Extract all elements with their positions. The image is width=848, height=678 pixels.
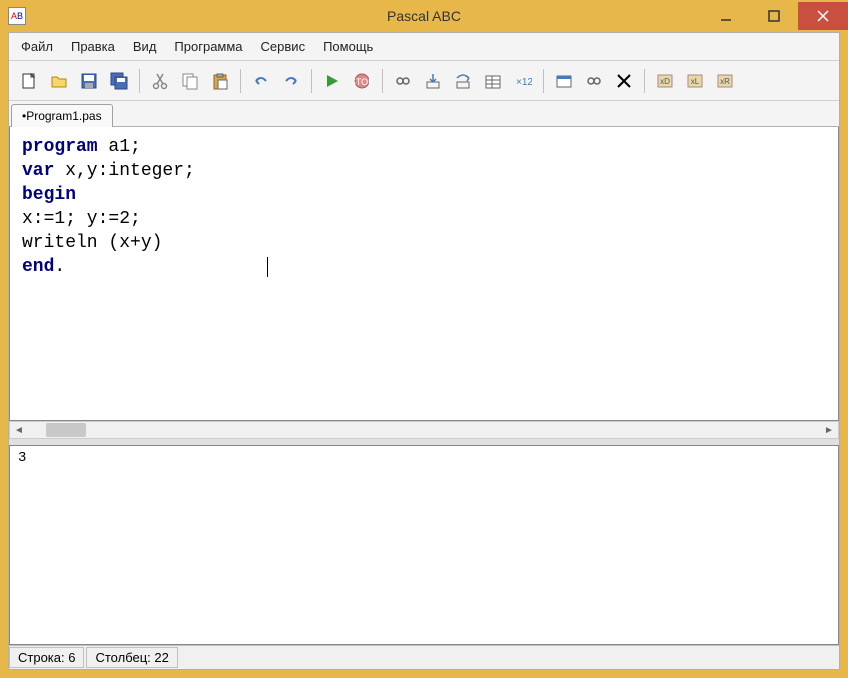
scroll-left-arrow[interactable]: ◄	[10, 421, 28, 439]
statusbar: Строка: 6 Столбец: 22	[9, 645, 839, 669]
maximize-button[interactable]	[750, 2, 798, 30]
menu-program[interactable]: Программа	[166, 35, 250, 58]
status-row: Строка: 6	[9, 647, 84, 668]
output-panel[interactable]: 3	[9, 445, 839, 645]
code-keyword: program	[22, 137, 98, 157]
copy-button[interactable]	[176, 67, 204, 95]
d3-button[interactable]: xR	[711, 67, 739, 95]
close-button[interactable]	[798, 2, 848, 30]
svg-text:STOP: STOP	[353, 77, 371, 87]
tabbar: •Program1.pas	[9, 101, 839, 127]
menubar: Файл Правка Вид Программа Сервис Помощь	[9, 33, 839, 61]
step-over-button[interactable]	[449, 67, 477, 95]
menu-edit[interactable]: Правка	[63, 35, 123, 58]
scroll-thumb[interactable]	[46, 423, 86, 437]
text-cursor	[267, 257, 268, 277]
paste-button[interactable]	[206, 67, 234, 95]
menu-service[interactable]: Сервис	[253, 35, 314, 58]
trace-button[interactable]	[389, 67, 417, 95]
toolbar: STOP ×123 xD xL xR	[9, 61, 839, 101]
code-keyword: end	[22, 257, 54, 277]
app-icon: AB	[8, 7, 26, 25]
eval-button[interactable]: ×123	[509, 67, 537, 95]
svg-text:xD: xD	[660, 77, 670, 86]
cut-button[interactable]	[146, 67, 174, 95]
save-button[interactable]	[75, 67, 103, 95]
titlebar: AB Pascal ABC	[0, 0, 848, 32]
run-button[interactable]	[318, 67, 346, 95]
save-all-button[interactable]	[105, 67, 133, 95]
d1-button[interactable]: xD	[651, 67, 679, 95]
scroll-right-arrow[interactable]: ►	[820, 421, 838, 439]
open-button[interactable]	[45, 67, 73, 95]
window-title: Pascal ABC	[387, 8, 461, 24]
watch-button[interactable]	[479, 67, 507, 95]
stop-button[interactable]: STOP	[348, 67, 376, 95]
svg-text:xR: xR	[720, 77, 730, 86]
undo-button[interactable]	[247, 67, 275, 95]
d2-button[interactable]: xL	[681, 67, 709, 95]
window2-button[interactable]	[580, 67, 608, 95]
redo-button[interactable]	[277, 67, 305, 95]
svg-text:×123: ×123	[516, 77, 532, 88]
code-keyword: begin	[22, 185, 76, 205]
horizontal-scrollbar[interactable]: ◄ ►	[9, 421, 839, 439]
delete-button[interactable]	[610, 67, 638, 95]
new-file-button[interactable]	[15, 67, 43, 95]
window-button[interactable]	[550, 67, 578, 95]
status-col: Столбец: 22	[86, 647, 177, 668]
file-tab[interactable]: •Program1.pas	[11, 104, 113, 127]
code-editor[interactable]: program a1; var x,y:integer; begin x:=1;…	[9, 127, 839, 421]
menu-help[interactable]: Помощь	[315, 35, 381, 58]
step-into-button[interactable]	[419, 67, 447, 95]
svg-text:xL: xL	[691, 77, 700, 86]
code-keyword: var	[22, 161, 54, 181]
minimize-button[interactable]	[702, 2, 750, 30]
menu-view[interactable]: Вид	[125, 35, 165, 58]
output-text: 3	[18, 450, 830, 466]
menu-file[interactable]: Файл	[13, 35, 61, 58]
